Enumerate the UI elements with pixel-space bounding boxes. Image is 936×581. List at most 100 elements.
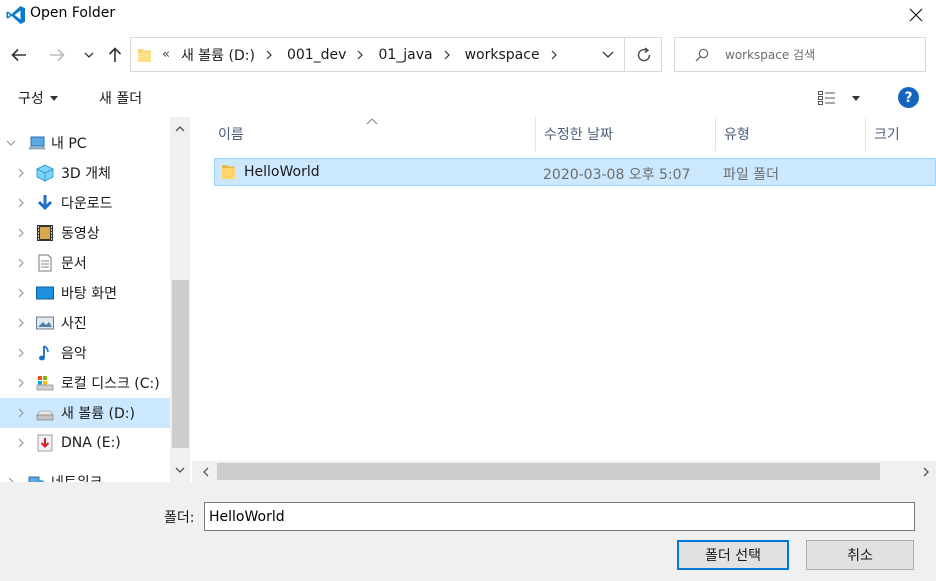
nav-item-label: 사진	[61, 316, 87, 332]
nav-item-network[interactable]: 네트워크	[0, 467, 170, 482]
desktop-icon	[36, 286, 54, 300]
caret-down-icon	[852, 95, 860, 101]
dialog-footer	[0, 482, 936, 581]
scroll-down-button[interactable]	[170, 458, 190, 482]
document-icon	[38, 254, 52, 272]
nav-item-this-pc[interactable]: 내 PC	[0, 128, 170, 158]
nav-item-videos[interactable]: 동영상	[0, 218, 170, 248]
nav-item-documents[interactable]: 문서	[0, 248, 170, 278]
nav-item-3d-objects[interactable]: 3D 개체	[0, 158, 170, 188]
chevron-right-icon[interactable]	[16, 168, 26, 178]
local-disk-icon	[36, 376, 54, 391]
scroll-up-button[interactable]	[170, 117, 190, 141]
chevron-right-icon[interactable]	[16, 438, 26, 448]
scroll-right-button[interactable]	[916, 461, 936, 482]
nav-item-dna-e[interactable]: DNA (E:)	[0, 428, 170, 458]
search-input[interactable]	[725, 47, 925, 62]
column-header-type[interactable]: 유형	[716, 117, 866, 151]
change-view-button[interactable]	[818, 88, 864, 108]
nav-item-label: 로컬 디스크 (C:)	[61, 376, 160, 392]
breadcrumb-001-dev[interactable]: 001_dev	[287, 47, 347, 63]
nav-item-label: 네트워크	[51, 472, 103, 482]
nav-item-local-disk-c[interactable]: 로컬 디스크 (C:)	[0, 368, 170, 398]
organize-button[interactable]: 구성	[18, 88, 58, 108]
chevron-left-icon	[203, 467, 209, 476]
refresh-icon	[637, 46, 650, 61]
chevron-down-icon	[84, 52, 94, 58]
nav-item-downloads[interactable]: 다운로드	[0, 188, 170, 218]
new-folder-button[interactable]: 새 폴더	[99, 88, 142, 108]
organize-label: 구성	[18, 91, 44, 107]
select-folder-button[interactable]: 폴더 선택	[677, 540, 789, 570]
drive-icon	[36, 410, 54, 421]
close-icon	[909, 8, 923, 22]
chevron-down-icon	[602, 51, 614, 58]
folder-name-field[interactable]	[204, 502, 915, 531]
address-dropdown-button[interactable]	[593, 38, 623, 71]
horizontal-scrollbar-thumb[interactable]	[217, 463, 880, 480]
breadcrumb-overflow[interactable]: «	[162, 47, 170, 62]
help-button[interactable]: ?	[898, 87, 919, 108]
pc-icon	[28, 136, 46, 150]
refresh-button[interactable]	[624, 38, 662, 71]
chevron-right-icon[interactable]	[16, 288, 26, 298]
recent-locations-button[interactable]	[80, 42, 98, 68]
caret-down-icon	[49, 95, 58, 101]
nav-item-desktop[interactable]: 바탕 화면	[0, 278, 170, 308]
file-name[interactable]: HelloWorld	[244, 164, 320, 180]
nav-item-label: 다운로드	[61, 196, 113, 212]
nav-item-label: 내 PC	[51, 136, 87, 152]
chevron-right-icon[interactable]	[16, 378, 26, 388]
nav-item-label: 동영상	[61, 226, 100, 242]
nav-item-label: 바탕 화면	[61, 286, 117, 302]
file-type: 파일 폴더	[723, 167, 779, 183]
chevron-down-icon[interactable]	[6, 138, 16, 148]
column-header-size[interactable]: 크기	[866, 117, 936, 151]
nav-item-music[interactable]: 음악	[0, 338, 170, 368]
chevron-right-icon[interactable]	[16, 228, 26, 238]
chevron-right-icon[interactable]	[16, 198, 26, 208]
navigation-pane[interactable]: 내 PC 3D 개체 다운로드 동영상 문서 바탕 화면 사진 음악 로컬 디스…	[0, 117, 190, 482]
chevron-right-icon	[923, 467, 929, 476]
nav-scrollbar-thumb[interactable]	[172, 280, 189, 448]
video-icon	[37, 225, 53, 241]
vscode-logo-icon	[6, 6, 25, 24]
nav-item-volume-d[interactable]: 새 볼륨 (D:)	[0, 398, 170, 428]
up-button[interactable]	[102, 42, 128, 68]
chevron-right-icon[interactable]	[16, 408, 26, 418]
scroll-left-button[interactable]	[196, 461, 216, 482]
chevron-right-icon[interactable]	[266, 49, 276, 61]
arrow-up-icon	[108, 47, 122, 62]
chevron-right-icon[interactable]	[357, 49, 367, 61]
chevron-right-icon[interactable]	[444, 49, 454, 61]
arrow-left-icon	[11, 48, 26, 62]
nav-item-label: DNA (E:)	[61, 435, 121, 451]
address-bar[interactable]: « 새 볼륨 (D:) 001_dev 01_java workspace	[130, 37, 662, 72]
breadcrumb-drive[interactable]: 새 볼륨 (D:)	[181, 45, 255, 65]
sort-ascending-icon	[366, 118, 378, 125]
nav-item-label: 새 볼륨 (D:)	[61, 406, 135, 422]
back-button[interactable]	[6, 42, 32, 68]
title-bar	[0, 0, 936, 30]
chevron-right-icon[interactable]	[16, 318, 26, 328]
cancel-button[interactable]: 취소	[806, 540, 914, 570]
nav-item-pictures[interactable]: 사진	[0, 308, 170, 338]
window-title: Open Folder	[30, 5, 116, 21]
close-button[interactable]	[896, 0, 936, 30]
search-box[interactable]	[674, 37, 926, 72]
folder-icon	[138, 48, 151, 62]
breadcrumb-workspace[interactable]: workspace	[465, 47, 540, 63]
chevron-right-icon[interactable]	[551, 49, 561, 61]
network-icon	[28, 476, 45, 482]
music-icon	[39, 345, 49, 361]
forward-button[interactable]	[44, 42, 70, 68]
chevron-right-icon[interactable]	[16, 348, 26, 358]
chevron-right-icon[interactable]	[16, 258, 26, 268]
search-icon	[695, 48, 709, 61]
removable-drive-icon	[37, 434, 53, 452]
column-header-modified[interactable]: 수정한 날짜	[536, 117, 716, 151]
file-modified: 2020-03-08 오후 5:07	[543, 167, 691, 183]
nav-item-label: 음악	[61, 346, 87, 362]
folder-icon	[222, 165, 235, 179]
breadcrumb-01-java[interactable]: 01_java	[378, 47, 432, 63]
